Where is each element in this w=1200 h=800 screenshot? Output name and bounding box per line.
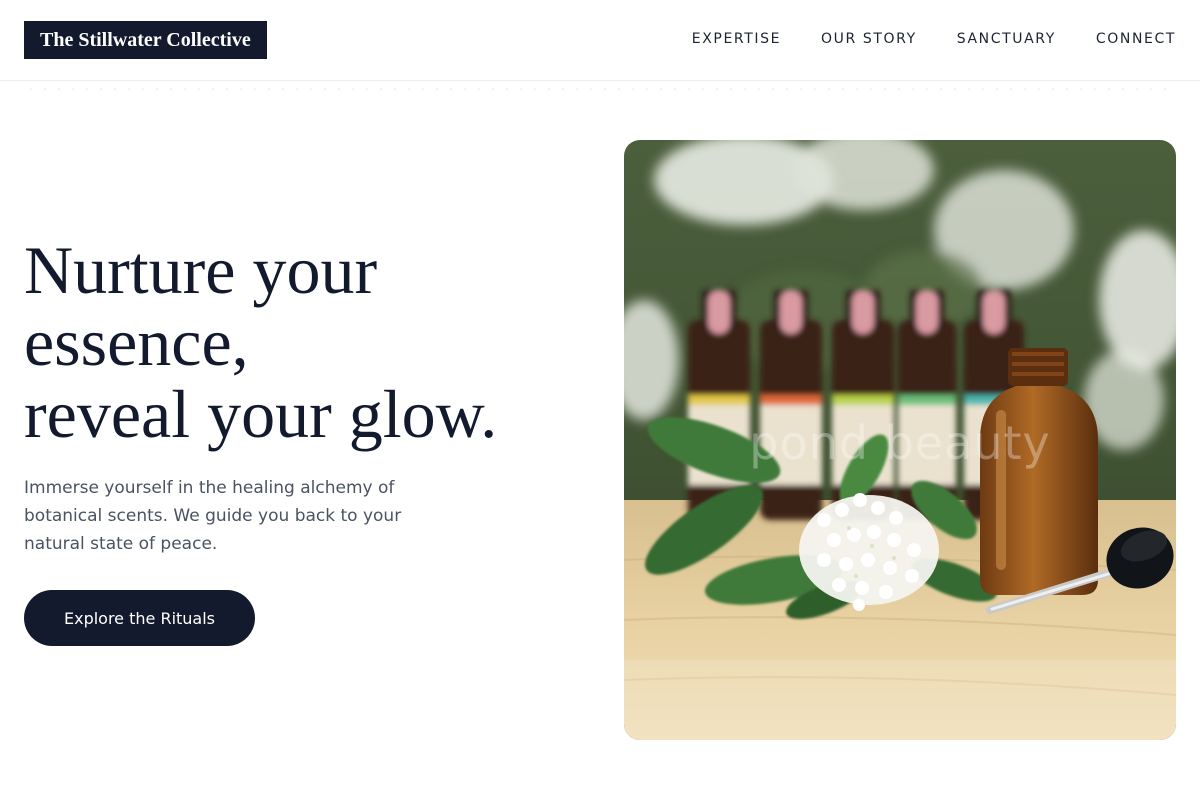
site-header: The Stillwater Collective EXPERTISE OUR … [0,0,1200,81]
hero-image: pond beauty [624,140,1176,740]
main-nav: EXPERTISE OUR STORY SANCTUARY CONNECT [692,30,1176,48]
nav-link-sanctuary[interactable]: SANCTUARY [957,30,1056,48]
nav-link-expertise[interactable]: EXPERTISE [692,30,781,48]
explore-rituals-button[interactable]: Explore the Rituals [24,590,255,646]
hero-headline: Nurture your essence, reveal your glow. [24,234,604,450]
headline-line-1: Nurture your [24,232,378,308]
dotted-divider [24,84,1176,94]
hero-image-illustration [624,140,1176,740]
brand-logo[interactable]: The Stillwater Collective [24,21,267,59]
headline-line-2: essence, [24,304,249,380]
nav-link-connect[interactable]: CONNECT [1096,30,1176,48]
headline-line-3: reveal your glow. [24,376,498,452]
hero-subtext: Immerse yourself in the healing alchemy … [24,478,402,554]
nav-link-our-story[interactable]: OUR STORY [821,30,917,48]
